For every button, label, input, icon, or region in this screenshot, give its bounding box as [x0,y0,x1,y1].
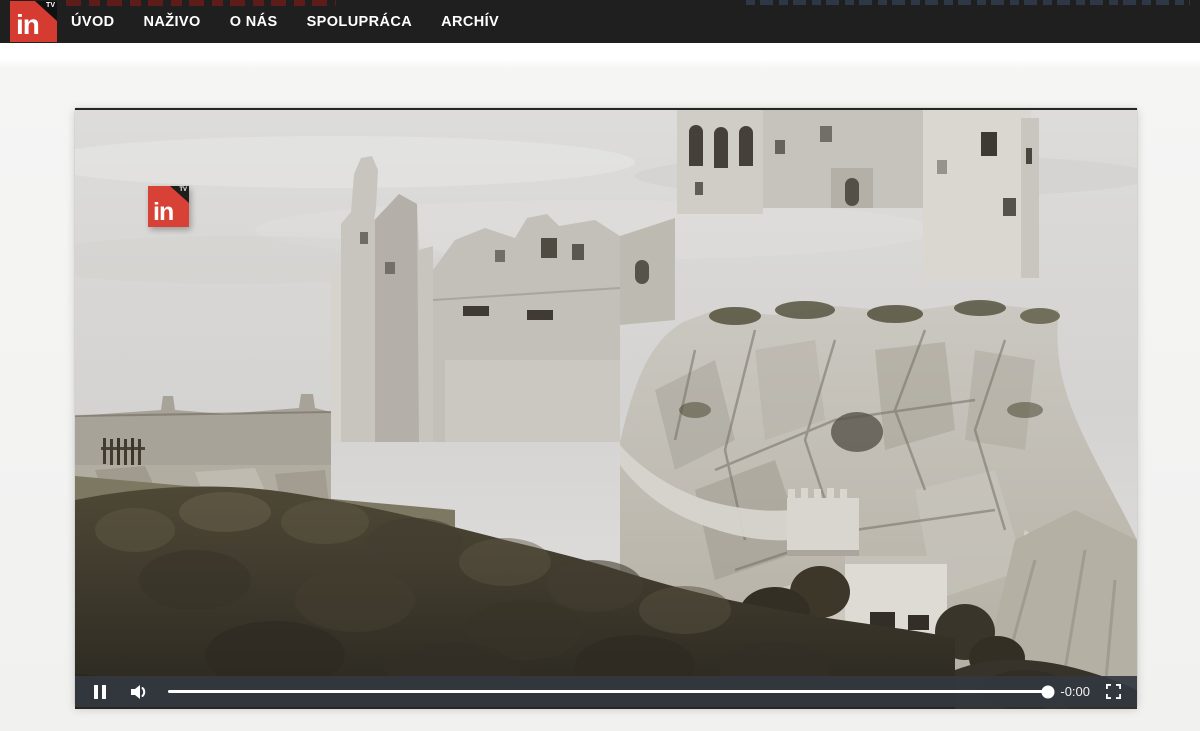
pause-button[interactable] [88,676,112,707]
nav-item-spolupraca[interactable]: SPOLUPRÁCA [307,14,413,30]
fullscreen-icon [1105,684,1121,699]
progress-bar[interactable] [168,676,1055,707]
watermark-tv-text: TV [179,187,187,193]
clipped-links-fragment [746,0,1190,5]
main-menu: ÚVOD NAŽIVO O NÁS SPOLUPRÁCA ARCHÍV [71,14,499,30]
fullscreen-button[interactable] [1102,676,1124,707]
speaker-icon [131,684,146,699]
nav-item-archiv[interactable]: ARCHÍV [441,14,499,30]
progress-fill [168,690,1049,693]
page: in TV ÚVOD NAŽIVO O NÁS SPOLUPRÁCA ARCHÍ… [0,0,1200,731]
site-logo-tv-text: TV [46,2,55,9]
nav-item-uvod[interactable]: ÚVOD [71,14,115,30]
top-nav-bar: in TV ÚVOD NAŽIVO O NÁS SPOLUPRÁCA ARCHÍ… [0,0,1200,43]
volume-button[interactable] [128,676,152,707]
nav-item-nazivo[interactable]: NAŽIVO [144,14,201,30]
clipped-heading-fragment [66,0,336,6]
player-watermark-logo: in TV [148,186,189,227]
video-player[interactable]: in TV -0:00 [75,108,1137,709]
progress-track [168,685,1055,698]
time-remaining: -0:00 [1060,684,1090,699]
nav-item-o-nas[interactable]: O NÁS [230,14,278,30]
site-logo[interactable]: in TV [10,1,57,42]
watermark-logo-text: in [153,198,174,226]
site-logo-text: in [16,9,40,40]
progress-knob[interactable] [1041,685,1055,698]
video-frame-castle-scene [75,110,1137,709]
pause-icon [94,684,98,699]
player-controls: -0:00 [75,676,1137,707]
